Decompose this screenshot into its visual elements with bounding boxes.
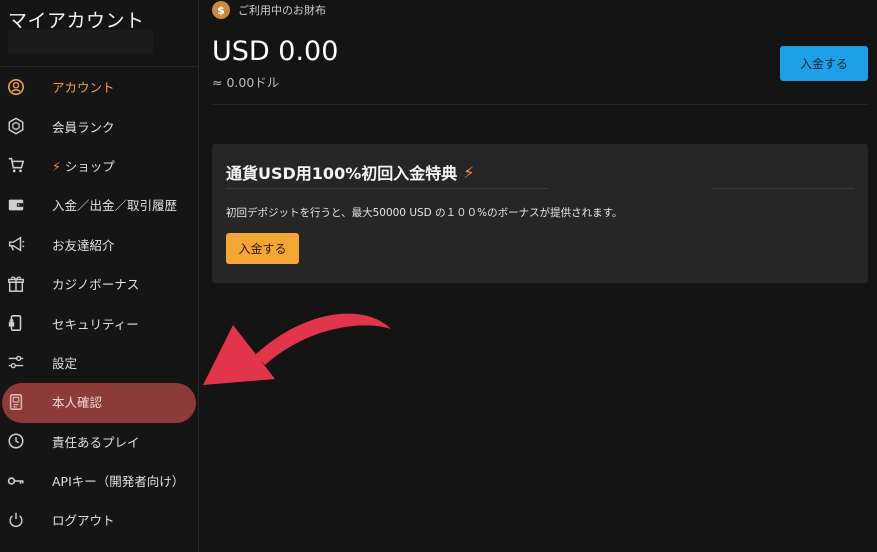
username-placeholder — [8, 30, 153, 54]
sidebar-item-api-key[interactable]: APIキー（開発者向け） — [0, 461, 198, 500]
sidebar-item-label: お友達紹介 — [52, 237, 115, 253]
sidebar-item-label: 本人確認 — [52, 395, 103, 411]
wallet-icon — [6, 195, 26, 215]
sidebar: マイアカウント アカウント 会員ランク ⚡ ショップ 入金／出金／取引履歴 お友… — [0, 0, 199, 552]
sidebar-item-member-rank[interactable]: 会員ランク — [0, 106, 198, 145]
wallet-label: $ ご利用中のお財布 — [212, 0, 326, 20]
sidebar-item-settings[interactable]: 設定 — [0, 343, 198, 382]
sidebar-item-logout[interactable]: ログアウト — [0, 500, 198, 539]
sliders-icon — [6, 352, 26, 372]
sidebar-item-label: ⚡ ショップ — [52, 156, 115, 175]
sidebar-item-identity-verification[interactable]: 本人確認 — [0, 382, 198, 424]
wallet-label-text: ご利用中のお財布 — [238, 4, 326, 17]
sidebar-item-casino-bonus[interactable]: カジノボーナス — [0, 264, 198, 303]
annotation-arrow-icon — [203, 313, 391, 385]
sidebar-item-label: 責任あるプレイ — [52, 434, 140, 450]
key-icon — [6, 471, 26, 491]
sidebar-item-label: 設定 — [52, 355, 78, 371]
promo-title: 通貨USD用100%初回入金特典 ⚡ — [226, 160, 474, 184]
sidebar-item-label: セキュリティー — [52, 316, 139, 332]
main-divider — [212, 104, 868, 105]
sidebar-menu: アカウント 会員ランク ⚡ ショップ 入金／出金／取引履歴 お友達紹介 カジノボ… — [0, 67, 198, 540]
promo-deposit-button[interactable]: 入金する — [226, 233, 299, 264]
cart-icon — [6, 155, 26, 175]
balance-converted: ≈ 0.00ドル — [212, 75, 280, 90]
promo-divider — [226, 188, 548, 189]
megaphone-icon — [6, 234, 26, 254]
sidebar-item-shop[interactable]: ⚡ ショップ — [0, 146, 198, 185]
sidebar-item-label: カジノボーナス — [52, 277, 140, 293]
deposit-button[interactable]: 入金する — [780, 46, 868, 81]
id-document-icon — [6, 392, 26, 412]
sidebar-item-security[interactable]: セキュリティー — [0, 303, 198, 342]
phone-lock-icon — [6, 313, 26, 333]
balance-amount: USD 0.00 — [212, 36, 339, 67]
sidebar-item-responsible-play[interactable]: 責任あるプレイ — [0, 422, 198, 461]
sidebar-item-referral[interactable]: お友達紹介 — [0, 225, 198, 264]
sidebar-item-transactions[interactable]: 入金／出金／取引履歴 — [0, 185, 198, 224]
promo-divider — [712, 188, 854, 189]
bolt-icon: ⚡ — [463, 162, 475, 182]
bolt-icon: ⚡ — [52, 158, 61, 174]
sidebar-item-label: 入金／出金／取引履歴 — [52, 198, 178, 214]
power-icon — [6, 510, 26, 530]
coin-icon: $ — [212, 1, 230, 19]
promo-card: 通貨USD用100%初回入金特典 ⚡ 初回デポジットを行うと、最大50000 U… — [212, 144, 868, 283]
sidebar-item-label: ログアウト — [52, 513, 115, 529]
sidebar-item-label: 会員ランク — [52, 119, 115, 135]
sidebar-item-label: APIキー（開発者向け） — [52, 474, 185, 490]
history-icon — [6, 431, 26, 451]
sidebar-item-account[interactable]: アカウント — [0, 67, 198, 106]
promo-title-text: 通貨USD用100%初回入金特典 — [226, 164, 458, 183]
promo-description: 初回デポジットを行うと、最大50000 USD の１００%のボーナスが提供されま… — [226, 207, 623, 219]
gift-icon — [6, 274, 26, 294]
sidebar-title: マイアカウント — [8, 10, 145, 32]
shop-label: ショップ — [64, 158, 115, 174]
hexagon-badge-icon — [6, 116, 26, 136]
sidebar-item-label: アカウント — [52, 80, 115, 96]
account-circle-icon — [6, 77, 26, 97]
